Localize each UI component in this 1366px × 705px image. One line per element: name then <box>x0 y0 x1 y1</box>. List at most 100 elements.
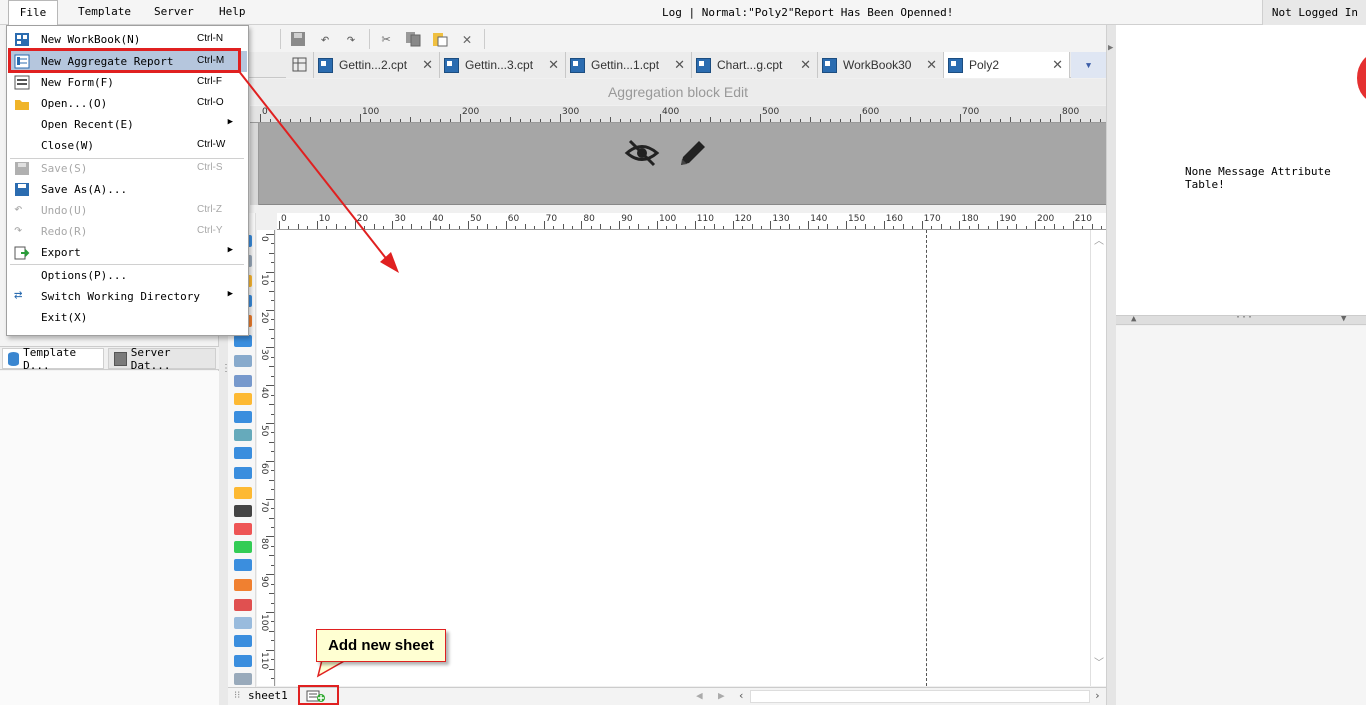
menu-item-close[interactable]: Close(W) Ctrl-W <box>8 135 247 156</box>
menu-help[interactable]: Help <box>219 5 246 18</box>
tab-template-dataset[interactable]: Template D... <box>2 346 104 372</box>
new-tab-button[interactable] <box>286 52 314 78</box>
bubble-chart-icon[interactable] <box>234 411 252 423</box>
combo-chart-icon[interactable] <box>234 579 252 591</box>
menu-item-switch-directory[interactable]: ⇄ Switch Working Directory ▶ <box>8 286 247 307</box>
scroll-down-icon[interactable]: ﹀ <box>1094 654 1104 669</box>
frame-chart-icon[interactable] <box>234 541 252 553</box>
login-status[interactable]: Not Logged In <box>1262 0 1366 25</box>
polygon-chart-icon[interactable] <box>234 673 252 685</box>
funnel-chart-icon[interactable] <box>234 467 252 479</box>
ruler-minor-tick <box>980 119 981 122</box>
menu-item-save-as[interactable]: Save As(A)... <box>8 179 247 200</box>
menu-item-export[interactable]: Export ▶ <box>8 242 247 263</box>
sheet-scroll-left-icon[interactable]: ◀ <box>696 689 703 702</box>
menu-item-open[interactable]: Open...(O) Ctrl-O <box>8 93 247 114</box>
vertical-scrollbar[interactable]: ︿ ﹀ <box>1090 230 1106 686</box>
panel-divider[interactable]: ▲ ··· ▼ <box>1116 312 1366 325</box>
close-icon[interactable]: ✕ <box>1052 57 1063 73</box>
ruler-label: 0 <box>281 214 287 224</box>
menu-item-exit[interactable]: Exit(X) <box>8 307 247 328</box>
ruler-tick <box>266 460 274 462</box>
gauge-chart-icon[interactable] <box>234 487 252 499</box>
close-icon[interactable]: ✕ <box>674 57 685 73</box>
report-canvas[interactable] <box>276 230 1090 686</box>
cut-icon[interactable]: ✂ <box>376 29 396 49</box>
undo-icon[interactable]: ↶ <box>315 29 335 49</box>
drag-handle-icon[interactable]: ··· <box>1235 312 1253 323</box>
step-chart-icon[interactable] <box>234 447 252 459</box>
stacked-chart-icon[interactable] <box>234 599 252 611</box>
search-chart-icon[interactable] <box>234 355 252 367</box>
menu-item-options[interactable]: Options(P)... <box>8 265 247 286</box>
close-icon[interactable]: ✕ <box>548 57 559 73</box>
menu-item-new-workbook[interactable]: New WorkBook(N) Ctrl-N <box>8 29 247 50</box>
ruler-minor-tick <box>290 119 291 122</box>
ruler-minor-tick <box>978 224 980 229</box>
ruler-minor-tick <box>269 593 274 595</box>
tab-document[interactable]: Gettin...3.cpt ✕ <box>440 52 566 78</box>
tab-list-icon[interactable]: ▾ <box>1071 52 1106 78</box>
paste-icon[interactable] <box>430 29 450 49</box>
expand-right-icon[interactable]: ▶ <box>1108 43 1113 53</box>
tab-document[interactable]: Chart...g.cpt ✕ <box>692 52 818 78</box>
ruler-tick <box>543 221 545 229</box>
delete-icon[interactable]: ✕ <box>457 29 477 49</box>
notification-badge[interactable] <box>1357 53 1366 103</box>
vertical-ruler: 0 10 20 30 40 50 60 70 80 90 100 110 <box>257 230 275 686</box>
right-splitter[interactable]: ▶ <box>1106 25 1116 705</box>
sheet-tab[interactable]: sheet1 <box>248 689 288 702</box>
trend-chart-icon[interactable] <box>234 617 252 629</box>
ruler-minor-tick <box>1053 224 1055 229</box>
close-icon[interactable]: ✕ <box>422 57 433 73</box>
ruler-tick <box>266 498 274 500</box>
menu-item-open-recent[interactable]: Open Recent(E) ▶ <box>8 114 247 135</box>
menu-item-new-form[interactable]: New Form(F) Ctrl-F <box>8 72 247 93</box>
hscroll-left-icon[interactable]: ‹ <box>738 689 745 702</box>
hscroll-right-icon[interactable]: › <box>1094 689 1101 702</box>
map-chart-icon[interactable] <box>234 505 252 517</box>
sheet-scroll-right-icon[interactable]: ▶ <box>718 689 725 702</box>
radar-chart-icon[interactable] <box>234 375 252 387</box>
tab-document[interactable]: Gettin...1.cpt ✕ <box>566 52 692 78</box>
hide-icon[interactable] <box>624 137 660 172</box>
ruler-minor-tick <box>902 224 904 229</box>
edit-pencil-icon[interactable] <box>677 137 709 172</box>
menu-file[interactable]: File <box>8 0 58 25</box>
aggregation-block[interactable] <box>250 123 1106 205</box>
tab-server-dataset[interactable]: Server Dat... <box>108 346 216 372</box>
horizontal-scrollbar[interactable] <box>750 690 1090 703</box>
menu-item-save[interactable]: Save(S) Ctrl-S <box>8 158 247 179</box>
redo-icon[interactable]: ↷ <box>341 29 361 49</box>
bracket-chart-icon[interactable] <box>234 655 252 667</box>
gantt-chart-icon[interactable] <box>234 393 252 405</box>
ruler-minor-tick <box>910 117 911 122</box>
collapse-up-icon[interactable]: ▲ <box>1131 314 1136 324</box>
sheet-bar: ⁝⁝ sheet1 ◀ ▶ ‹ › <box>228 687 1106 705</box>
collapse-down-icon[interactable]: ▼ <box>1341 314 1346 324</box>
ruler-minor-tick <box>269 252 274 254</box>
ruler-label: 400 <box>662 107 680 117</box>
menu-item-undo[interactable]: ↶ Undo(U) Ctrl-Z <box>8 200 247 221</box>
copy-icon[interactable] <box>403 29 423 49</box>
treemap-chart-icon[interactable] <box>234 559 252 571</box>
save-icon[interactable] <box>288 29 308 49</box>
menu-server[interactable]: Server <box>154 5 194 18</box>
ruler-minor-tick <box>470 119 471 122</box>
doughnut-chart-icon[interactable] <box>234 335 252 347</box>
menu-template[interactable]: Template <box>78 5 131 18</box>
close-icon[interactable]: ✕ <box>926 57 937 73</box>
export-icon <box>14 246 30 260</box>
ruler-minor-tick <box>798 226 800 229</box>
scroll-up-icon[interactable]: ︿ <box>1094 232 1104 247</box>
ruler-label: 100 <box>659 214 677 224</box>
tab-document-active[interactable]: Poly2 ✕ <box>944 52 1070 78</box>
menu-item-redo[interactable]: ↷ Redo(R) Ctrl-Y <box>8 221 247 242</box>
ruler-minor-tick <box>720 119 721 122</box>
close-icon[interactable]: ✕ <box>800 57 811 73</box>
tab-document[interactable]: Gettin...2.cpt ✕ <box>314 52 440 78</box>
wave-chart-icon[interactable] <box>234 635 252 647</box>
stock-chart-icon[interactable] <box>234 429 252 441</box>
point-map-icon[interactable] <box>234 523 252 535</box>
tab-document[interactable]: WorkBook30 ✕ <box>818 52 944 78</box>
